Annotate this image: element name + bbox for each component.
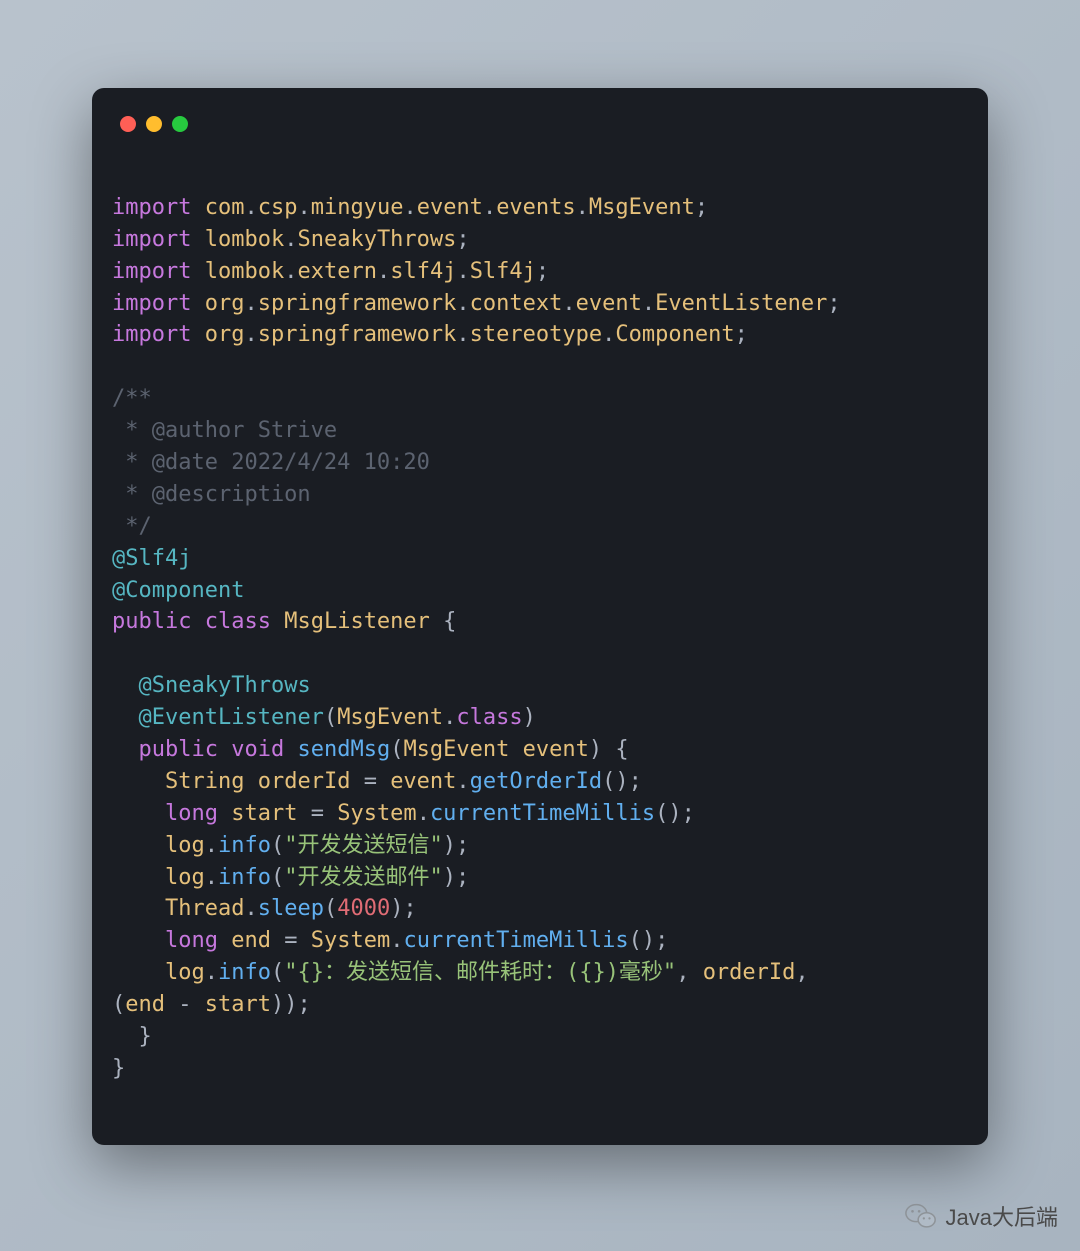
code-line: */	[112, 511, 968, 543]
code-line: log.info("{}：发送短信、邮件耗时：({})毫秒", orderId,	[112, 957, 968, 989]
code-line: }	[112, 1021, 968, 1053]
code-line: import com.csp.mingyue.event.events.MsgE…	[112, 192, 968, 224]
wechat-icon	[904, 1199, 938, 1233]
code-line: import lombok.SneakyThrows;	[112, 224, 968, 256]
code-line	[112, 638, 968, 670]
code-line: @Component	[112, 575, 968, 607]
code-line: @EventListener(MsgEvent.class)	[112, 702, 968, 734]
code-line: String orderId = event.getOrderId();	[112, 766, 968, 798]
code-line: log.info("开发发送短信");	[112, 830, 968, 862]
watermark: Java大后端	[904, 1199, 1058, 1233]
code-line: * @description	[112, 479, 968, 511]
code-line: long start = System.currentTimeMillis();	[112, 798, 968, 830]
code-line: (end - start));	[112, 989, 968, 1021]
code-line: }	[112, 1053, 968, 1085]
code-line: /**	[112, 383, 968, 415]
window-titlebar	[112, 112, 968, 160]
code-line: Thread.sleep(4000);	[112, 893, 968, 925]
code-line: public void sendMsg(MsgEvent event) {	[112, 734, 968, 766]
code-line: log.info("开发发送邮件");	[112, 862, 968, 894]
code-line	[112, 160, 968, 192]
code-line: @SneakyThrows	[112, 670, 968, 702]
code-line: long end = System.currentTimeMillis();	[112, 925, 968, 957]
code-line: import org.springframework.context.event…	[112, 288, 968, 320]
minimize-icon[interactable]	[146, 116, 162, 132]
watermark-text: Java大后端	[946, 1200, 1058, 1232]
code-line	[112, 351, 968, 383]
zoom-icon[interactable]	[172, 116, 188, 132]
code-line: * @date 2022/4/24 10:20	[112, 447, 968, 479]
code-window: import com.csp.mingyue.event.events.MsgE…	[92, 88, 988, 1145]
code-line: public class MsgListener {	[112, 606, 968, 638]
close-icon[interactable]	[120, 116, 136, 132]
code-line: @Slf4j	[112, 543, 968, 575]
code-line: import lombok.extern.slf4j.Slf4j;	[112, 256, 968, 288]
code-line: import org.springframework.stereotype.Co…	[112, 319, 968, 351]
code-block: import com.csp.mingyue.event.events.MsgE…	[112, 160, 968, 1085]
code-line: * @author Strive	[112, 415, 968, 447]
